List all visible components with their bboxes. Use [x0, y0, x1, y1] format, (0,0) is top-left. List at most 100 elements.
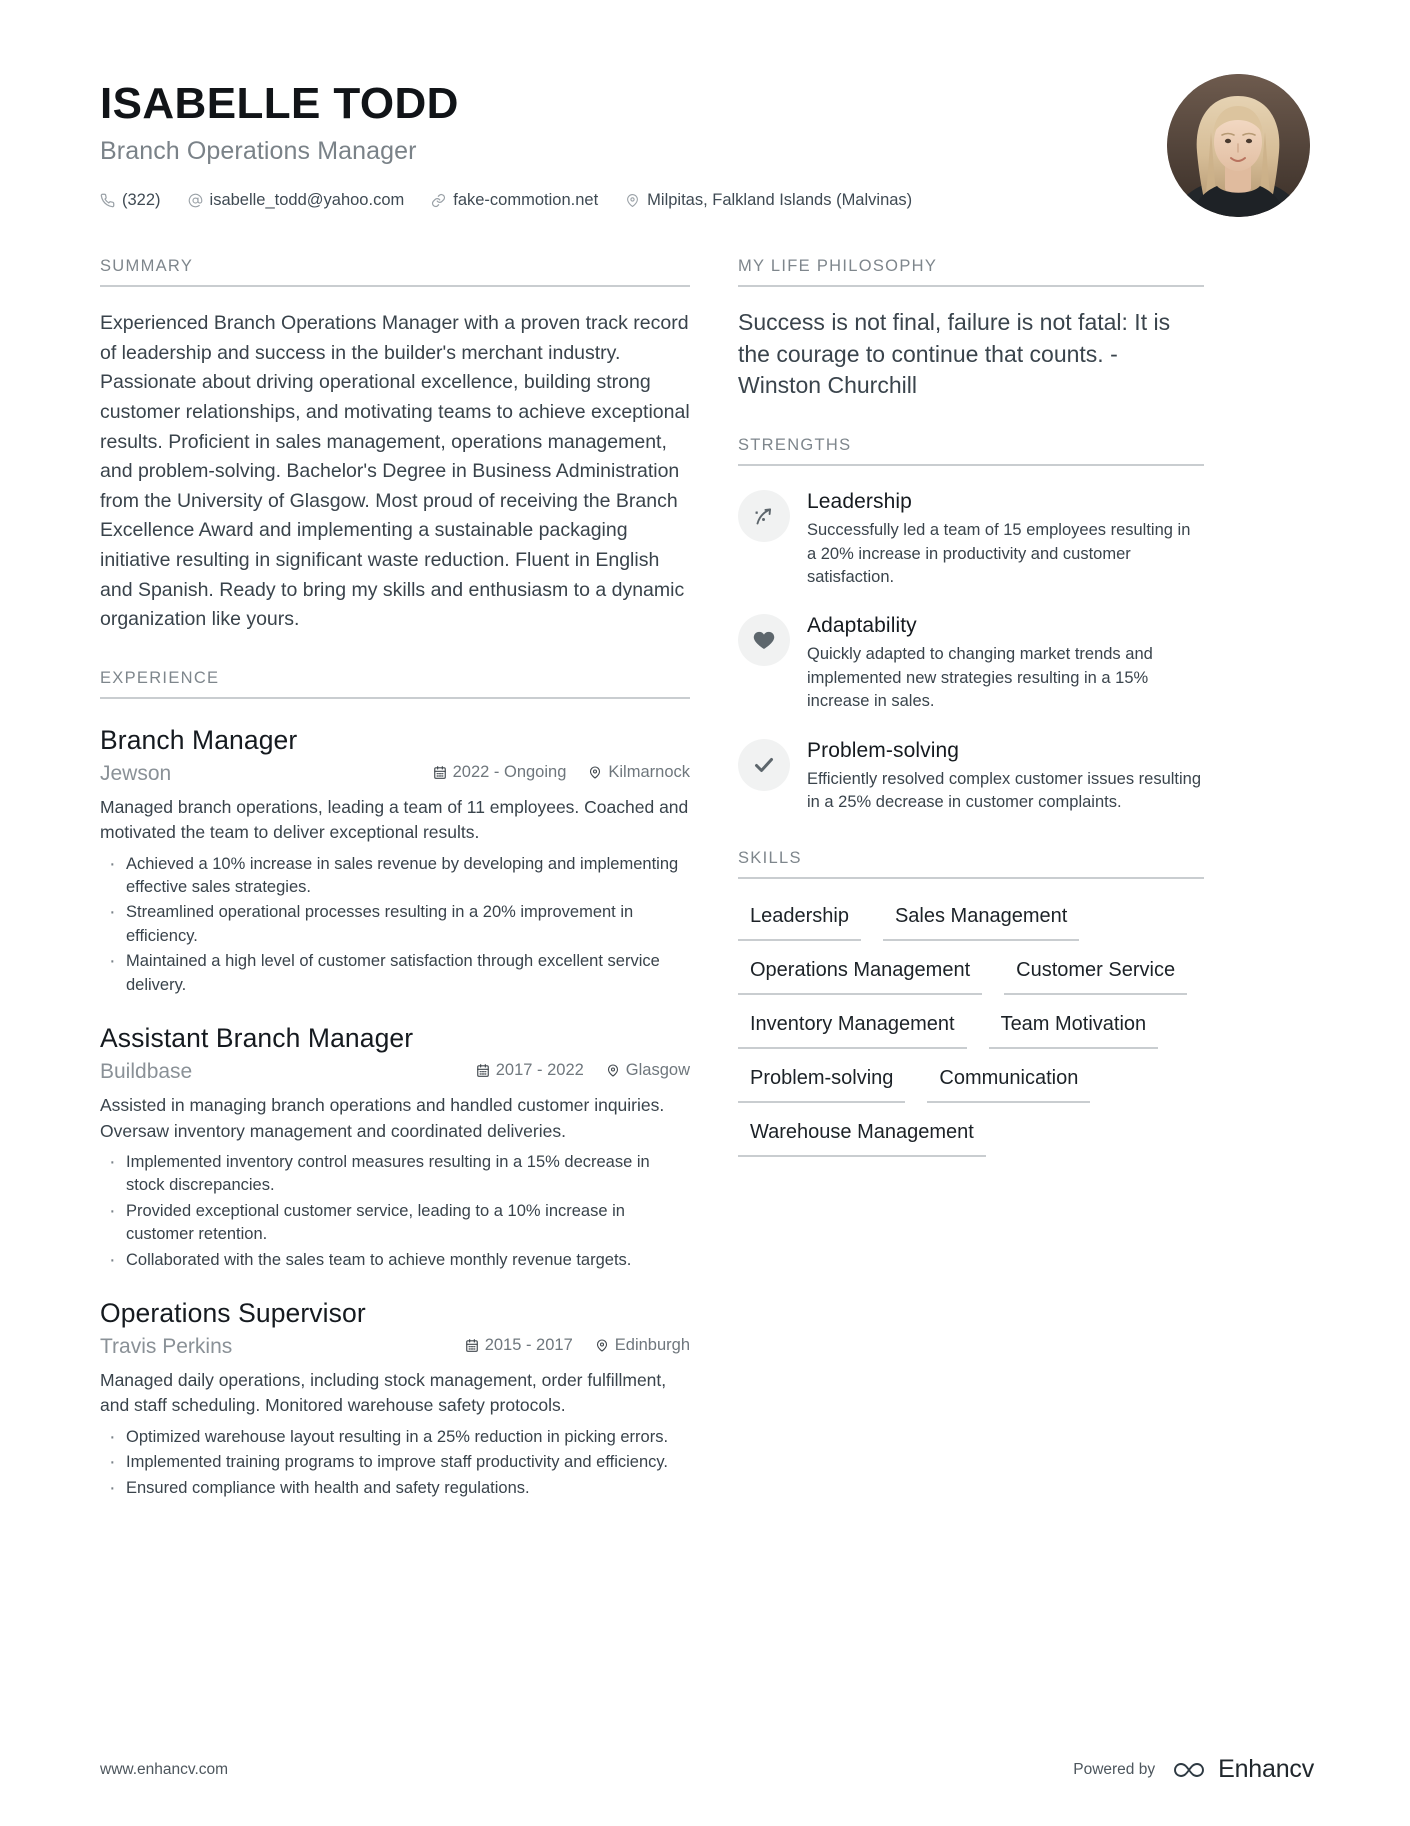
strengths-section-title: STRENGTHS: [738, 436, 1204, 467]
infinity-icon: [1169, 1759, 1209, 1781]
strengths-section: STRENGTHS Leadership Successfully led a …: [738, 436, 1204, 814]
resume-body: SUMMARY Experienced Branch Operations Ma…: [0, 257, 1410, 1534]
contact-website[interactable]: fake-commotion.net: [431, 191, 598, 210]
experience-location: Edinburgh: [595, 1336, 690, 1355]
experience-bullet: Implemented training programs to improve…: [100, 1450, 690, 1475]
experience-bullet: Streamlined operational processes result…: [100, 900, 690, 948]
experience-entry: Operations Supervisor Travis Perkins 201…: [100, 1298, 690, 1501]
powered-by-label: Powered by: [1073, 1760, 1156, 1778]
experience-dates-text: 2017 - 2022: [495, 1061, 584, 1080]
experience-meta: Buildbase 2017 - 2022 Glasgow: [100, 1060, 690, 1084]
summary-text: Experienced Branch Operations Manager wi…: [100, 312, 690, 631]
skill-tag: Sales Management: [882, 899, 1080, 941]
contact-phone-text: (322): [122, 190, 161, 209]
resume-footer: www.enhancv.com Powered by Enhancv: [100, 1755, 1314, 1784]
experience-bullets: Optimized warehouse layout resulting in …: [100, 1425, 690, 1501]
resume-page: ISABELLE TODD Branch Operations Manager …: [0, 0, 1410, 1826]
strength-name: Problem-solving: [807, 738, 960, 762]
experience-role: Operations Supervisor: [100, 1298, 366, 1329]
experience-bullet: Provided exceptional customer service, l…: [100, 1199, 690, 1247]
experience-section-title: EXPERIENCE: [100, 669, 690, 699]
skill-tag: Customer Service: [1004, 953, 1188, 995]
experience-bullet: Collaborated with the sales team to achi…: [100, 1248, 690, 1273]
location-pin-icon: [588, 765, 602, 780]
experience-entry: Branch Manager Jewson 2022 - Ongoing Kil…: [100, 725, 690, 997]
philosophy-section-title: MY LIFE PHILOSOPHY: [738, 257, 1204, 287]
experience-description: Assisted in managing branch operations a…: [100, 1095, 665, 1141]
skills-section-title: SKILLS: [738, 849, 1204, 879]
experience-bullet: Achieved a 10% increase in sales revenue…: [100, 852, 690, 900]
strength-description: Quickly adapted to changing market trend…: [807, 645, 1153, 711]
experience-bullet: Ensured compliance with health and safet…: [100, 1476, 690, 1501]
strength-body: Adaptability Quickly adapted to changing…: [807, 612, 1204, 713]
summary-section-title: SUMMARY: [100, 257, 690, 287]
strengths-list: Leadership Successfully led a team of 15…: [738, 488, 1204, 814]
skill-tag: Operations Management: [738, 953, 983, 995]
skill-tag: Leadership: [738, 899, 861, 941]
skill-tag: Communication: [927, 1061, 1091, 1103]
experience-description: Managed branch operations, leading a tea…: [100, 796, 689, 843]
experience-description: Managed daily operations, including stoc…: [100, 1370, 667, 1416]
experience-location-text: Kilmarnock: [608, 762, 690, 781]
experience-dates-text: 2022 - Ongoing: [452, 762, 567, 781]
calendar-icon: [433, 765, 447, 780]
experience-location: Kilmarnock: [588, 763, 690, 782]
summary-section: SUMMARY Experienced Branch Operations Ma…: [100, 257, 690, 635]
rocket-trajectory-icon: [738, 490, 790, 543]
contact-email[interactable]: isabelle_todd@yahoo.com: [188, 190, 405, 210]
strength-item: Adaptability Quickly adapted to changing…: [738, 612, 1204, 713]
experience-company: Travis Perkins: [100, 1335, 233, 1359]
experience-bullet: Maintained a high level of customer sati…: [100, 949, 690, 997]
contact-website-text: fake-commotion.net: [453, 190, 599, 209]
philosophy-quote: Success is not final, failure is not fat…: [738, 309, 1171, 399]
contact-email-text: isabelle_todd@yahoo.com: [209, 190, 405, 209]
skill-tag: Problem-solving: [738, 1061, 906, 1103]
experience-bullet: Optimized warehouse layout resulting in …: [100, 1425, 690, 1450]
experience-location-text: Glasgow: [625, 1061, 690, 1080]
avatar: [1167, 74, 1310, 217]
experience-company: Buildbase: [100, 1060, 193, 1084]
experience-location: Glasgow: [606, 1061, 690, 1080]
calendar-icon: [476, 1063, 490, 1078]
experience-meta: Jewson 2022 - Ongoing Kilmarnock: [100, 762, 690, 786]
strength-name: Leadership: [807, 490, 912, 514]
experience-dates: 2017 - 2022: [476, 1061, 584, 1080]
resume-header: ISABELLE TODD Branch Operations Manager …: [0, 0, 1410, 217]
skills-section: SKILLS Leadership Sales Management Opera…: [738, 849, 1204, 1169]
strength-name: Adaptability: [807, 614, 917, 638]
experience-bullets: Achieved a 10% increase in sales revenue…: [100, 852, 690, 998]
skill-tag: Team Motivation: [988, 1007, 1159, 1049]
link-icon: [431, 193, 446, 208]
location-pin-icon: [625, 193, 640, 208]
candidate-role: Branch Operations Manager: [100, 136, 417, 165]
column-gap: [690, 257, 738, 1534]
experience-company: Jewson: [100, 761, 172, 785]
check-icon: [738, 738, 790, 791]
location-pin-icon: [606, 1063, 620, 1078]
enhancv-logo: Enhancv: [1169, 1755, 1314, 1784]
contact-phone[interactable]: (322): [100, 191, 161, 210]
footer-brand-area: Powered by Enhancv: [1073, 1755, 1314, 1784]
header-left: ISABELLE TODD Branch Operations Manager …: [100, 72, 912, 210]
skill-tag: Warehouse Management: [738, 1115, 986, 1157]
experience-section: EXPERIENCE Branch Manager Jewson 2022 - …: [100, 669, 690, 1501]
calendar-icon: [465, 1338, 479, 1353]
strength-body: Problem-solving Efficiently resolved com…: [807, 737, 1204, 815]
heart-icon: [738, 614, 790, 667]
contact-location: Milpitas, Falkland Islands (Malvinas): [625, 191, 912, 210]
footer-url[interactable]: www.enhancv.com: [100, 1761, 228, 1779]
strength-description: Successfully led a team of 15 employees …: [807, 521, 1191, 587]
brand-name: Enhancv: [1218, 1755, 1314, 1783]
skill-tag: Inventory Management: [738, 1007, 967, 1049]
experience-dates: 2022 - Ongoing: [433, 762, 567, 782]
right-column: MY LIFE PHILOSOPHY Success is not final,…: [738, 257, 1204, 1534]
candidate-name: ISABELLE TODD: [100, 79, 459, 128]
experience-entry: Assistant Branch Manager Buildbase 2017 …: [100, 1023, 690, 1273]
strength-item: Problem-solving Efficiently resolved com…: [738, 737, 1204, 815]
strength-description: Efficiently resolved complex customer is…: [807, 769, 1202, 812]
experience-location-text: Edinburgh: [614, 1336, 690, 1355]
strength-body: Leadership Successfully led a team of 15…: [807, 488, 1204, 589]
email-icon: [188, 193, 203, 208]
location-pin-icon: [595, 1338, 609, 1353]
phone-icon: [100, 193, 115, 208]
